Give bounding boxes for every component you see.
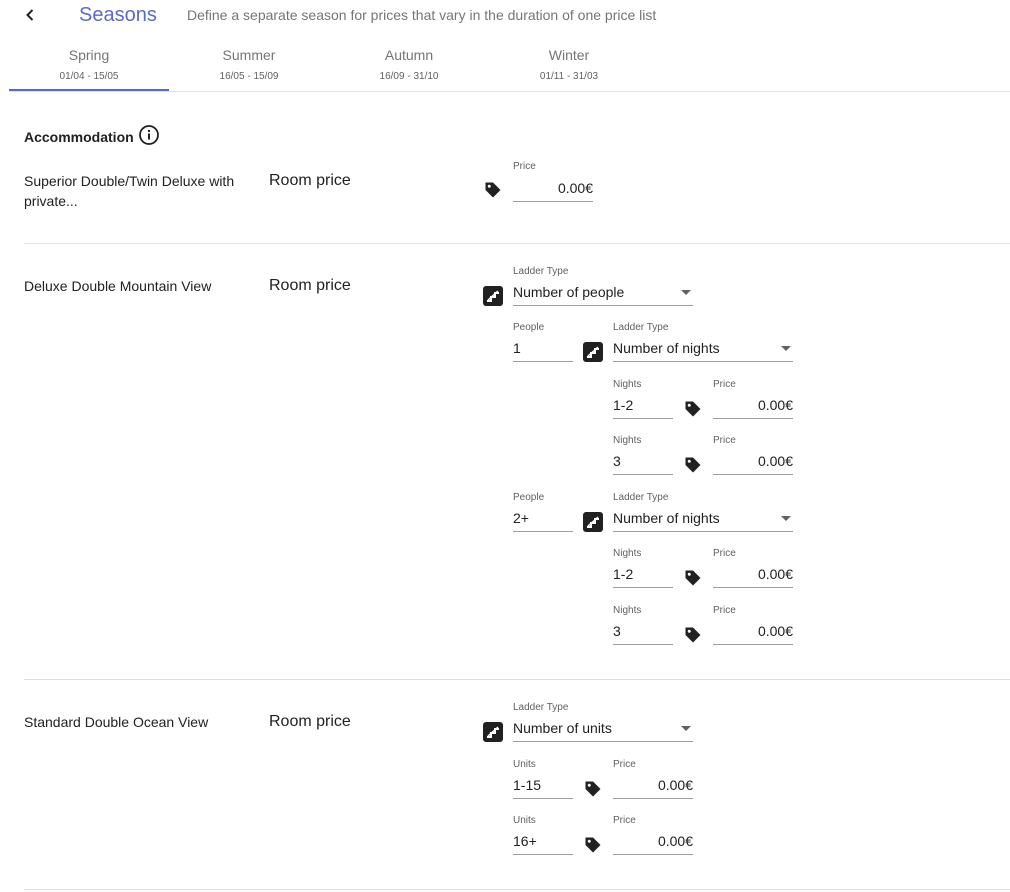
price-input[interactable]: 0.00€: [713, 623, 793, 645]
ladder-type-value: Number of nights: [613, 510, 720, 526]
nights-input[interactable]: 1-2: [613, 566, 673, 588]
nights-label: Nights: [613, 435, 642, 446]
room-name: Deluxe Double Mountain View: [24, 278, 212, 294]
ladder-stairs-icon: [483, 722, 503, 742]
tab-autumn[interactable]: Autumn 16/09 - 31/10: [329, 46, 489, 90]
price-input[interactable]: 0.00€: [513, 180, 593, 202]
units-label: Units: [513, 759, 536, 770]
tab-winter[interactable]: Winter 01/11 - 31/03: [489, 46, 649, 90]
tab-summer[interactable]: Summer 16/05 - 15/09: [169, 46, 329, 90]
ladder-stairs-icon: [583, 342, 603, 362]
people-label: People: [513, 492, 545, 503]
season-tabs: Spring 01/04 - 15/05 Summer 16/05 - 15/0…: [9, 46, 1010, 92]
ladder-type-label: Ladder Type: [513, 702, 569, 713]
section-title: Accommodation: [24, 129, 134, 145]
nights-input[interactable]: 3: [613, 453, 673, 475]
people-label: People: [513, 322, 545, 333]
price-label: Price: [713, 379, 736, 390]
divider: [24, 889, 1010, 890]
chevron-down-icon: [781, 516, 791, 521]
chevron-down-icon: [681, 290, 691, 295]
nights-label: Nights: [613, 605, 642, 616]
nights-label: Nights: [613, 379, 642, 390]
people-input[interactable]: 1: [513, 340, 573, 362]
ladder-type-label: Ladder Type: [613, 492, 669, 503]
chevron-down-icon: [781, 346, 791, 351]
units-label: Units: [513, 815, 536, 826]
price-tag-icon: [683, 568, 703, 588]
tab-label: Winter: [548, 47, 590, 63]
chevron-left-icon: [26, 9, 34, 21]
room-name: Standard Double Ocean View: [24, 714, 209, 730]
price-label: Price: [713, 548, 736, 559]
room-name: Superior Double/Twin Deluxe with private…: [24, 173, 235, 209]
tab-label: Autumn: [384, 47, 434, 63]
price-label: Price: [713, 605, 736, 616]
ladder-type-select[interactable]: Number of nights: [613, 340, 793, 362]
ladder-stairs-icon: [583, 512, 603, 532]
tab-label: Spring: [68, 47, 110, 63]
price-tag-icon: [583, 835, 603, 855]
nights-label: Nights: [613, 548, 642, 559]
price-label: Price: [613, 815, 636, 826]
tab-label: Summer: [222, 47, 276, 63]
tab-dates: 01/11 - 31/03: [539, 71, 599, 82]
tab-dates: 01/04 - 15/05: [59, 71, 119, 82]
people-input[interactable]: 2+: [513, 510, 573, 532]
room-price-label: Room price: [269, 277, 351, 294]
divider: [24, 243, 1010, 244]
price-input[interactable]: 0.00€: [613, 833, 693, 855]
tab-spring[interactable]: Spring 01/04 - 15/05: [9, 46, 169, 91]
price-tag-icon: [683, 455, 703, 475]
ladder-type-select[interactable]: Number of units: [513, 720, 693, 742]
ladder-type-value: Number of people: [513, 284, 625, 300]
price-input[interactable]: 0.00€: [713, 453, 793, 475]
ladder-type-label: Ladder Type: [513, 266, 569, 277]
price-tag-icon: [583, 779, 603, 799]
price-field-label: Price: [513, 161, 536, 172]
price-label: Price: [613, 759, 636, 770]
ladder-stairs-icon: [483, 286, 503, 306]
nights-input[interactable]: 1-2: [613, 397, 673, 419]
price-tag-icon: [683, 399, 703, 419]
price-label: Price: [713, 435, 736, 446]
page-title: Seasons: [79, 4, 157, 26]
nights-input[interactable]: 3: [613, 623, 673, 645]
price-input[interactable]: 0.00€: [713, 397, 793, 419]
price-tag-icon: [483, 180, 503, 200]
ladder-type-value: Number of units: [513, 720, 612, 736]
units-input[interactable]: 16+: [513, 833, 573, 855]
room-price-label: Room price: [269, 172, 351, 189]
price-input[interactable]: 0.00€: [613, 777, 693, 799]
ladder-type-select[interactable]: Number of nights: [613, 510, 793, 532]
chevron-down-icon: [681, 726, 691, 731]
price-tag-icon: [683, 625, 703, 645]
ladder-type-value: Number of nights: [613, 340, 720, 356]
ladder-type-label: Ladder Type: [613, 322, 669, 333]
info-icon[interactable]: [138, 124, 160, 146]
price-input[interactable]: 0.00€: [713, 566, 793, 588]
tab-dates: 16/09 - 31/10: [379, 71, 439, 82]
page-subtitle: Define a separate season for prices that…: [187, 7, 657, 23]
ladder-type-select[interactable]: Number of people: [513, 284, 693, 306]
back-button[interactable]: [18, 3, 42, 27]
units-input[interactable]: 1-15: [513, 777, 573, 799]
room-price-label: Room price: [269, 713, 351, 730]
divider: [24, 679, 1010, 680]
tab-dates: 16/05 - 15/09: [219, 71, 279, 82]
